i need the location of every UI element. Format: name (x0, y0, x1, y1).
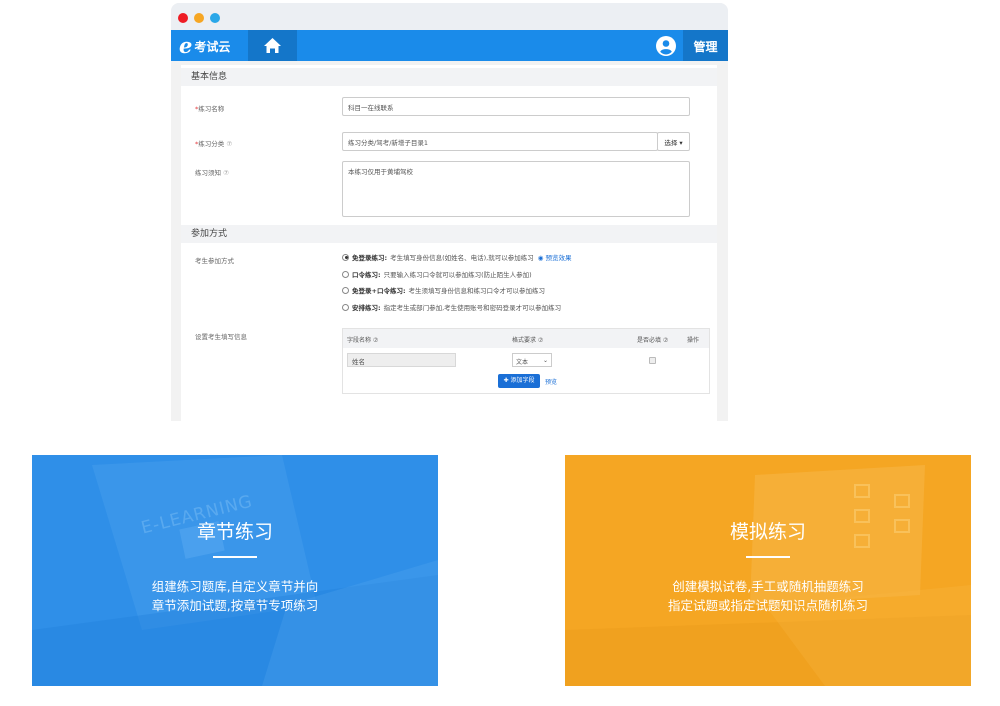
fill-info-label: 设置考生填写信息 (195, 333, 247, 341)
join-option-free-login[interactable]: 免登录练习: 考生填写身份信息(如姓名、电话),就可以参加练习 ◉ 预览效果 (342, 252, 572, 262)
title-divider (746, 556, 790, 558)
chapter-practice-card[interactable]: E-LEARNING 章节练习 组建练习题库,自定义章节并向 章节添加试题,按章… (32, 455, 438, 686)
admin-menu[interactable]: 管理 (683, 30, 728, 61)
card-title: 章节练习 (196, 521, 273, 543)
minimize-window-dot[interactable] (194, 13, 204, 23)
radio-icon[interactable] (342, 286, 349, 294)
maximize-window-dot[interactable] (210, 13, 220, 23)
fill-info-table: 字段名称 ⑦ 格式要求 ⑦ 是否必填 ⑦ 操作 姓名 文本 ⌄ ✚ 添加字段 预… (342, 328, 710, 394)
section-join-method: 参加方式 (181, 225, 717, 243)
add-field-button[interactable]: ✚ 添加字段 (498, 374, 540, 388)
title-divider (213, 556, 257, 558)
notice-textarea[interactable]: 本练习仅用于黄埔驾校 (342, 161, 690, 217)
table-header: 字段名称 ⑦ 格式要求 ⑦ 是否必填 ⑦ 操作 (343, 329, 709, 348)
notice-label: 练习须知 ⑦ (195, 169, 229, 177)
home-button[interactable] (248, 30, 297, 61)
join-option-arranged[interactable]: 安排练习: 指定考生或部门参加,考生使用账号和密码登录才可以参加练习 (342, 302, 561, 312)
browser-window: e 考试云 管理 基本信息 *练习名称 科目一在线联系 *练习分类 ⑦ 练习分类… (171, 3, 728, 421)
preview-effect-link[interactable]: ◉ 预览效果 (538, 252, 572, 262)
category-input[interactable]: 练习分类/驾考/新增子目录1 (342, 132, 658, 151)
close-window-dot[interactable] (178, 13, 188, 23)
category-label: *练习分类 ⑦ (195, 140, 233, 148)
card-title: 模拟练习 (729, 521, 806, 543)
card-desc-line: 指定试题或指定试题知识点随机练习 (667, 598, 868, 613)
section-basic-info: 基本信息 (181, 68, 717, 86)
format-select[interactable]: 文本 ⌄ (512, 353, 552, 367)
required-checkbox[interactable] (649, 357, 656, 364)
field-name-input[interactable]: 姓名 (347, 353, 456, 367)
col-format: 格式要求 ⑦ (512, 337, 544, 344)
card-desc-line: 创建模拟试卷,手工或随机抽题练习 (672, 579, 864, 594)
home-icon (264, 38, 281, 53)
col-required: 是否必填 ⑦ (637, 337, 669, 344)
window-titlebar (171, 3, 728, 30)
logo-letter: e (179, 33, 193, 58)
logo-text: 考试云 (194, 39, 231, 54)
app-header: e 考试云 管理 (171, 30, 728, 61)
join-method-label: 考生参加方式 (195, 257, 234, 265)
category-select-button[interactable]: 选择 ▾ (657, 132, 690, 151)
app-logo[interactable]: e 考试云 (179, 34, 230, 58)
admin-label: 管理 (693, 40, 718, 54)
laptop-background-image (32, 455, 438, 686)
radio-icon[interactable] (342, 270, 349, 278)
name-label: *练习名称 (195, 105, 225, 113)
mock-practice-card[interactable]: 模拟练习 创建模拟试卷,手工或随机抽题练习 指定试题或指定试题知识点随机练习 (565, 455, 971, 686)
user-avatar-icon[interactable] (656, 36, 676, 56)
radio-icon[interactable] (342, 303, 349, 311)
card-desc-line: 组建练习题库,自定义章节并向 (151, 579, 319, 594)
col-field-name: 字段名称 ⑦ (347, 337, 379, 344)
radio-selected-icon[interactable] (342, 253, 349, 261)
table-preview-link[interactable]: 预览 (545, 377, 557, 386)
exercise-name-input[interactable]: 科目一在线联系 (342, 97, 690, 116)
join-option-password[interactable]: 口令练习: 只要输入练习口令就可以参加练习(防止陌生人参加) (342, 269, 532, 279)
card-desc-line: 章节添加试题,按章节专项练习 (151, 598, 319, 613)
laptop-background-image (565, 465, 971, 686)
col-actions: 操作 (687, 337, 700, 344)
join-option-login-password[interactable]: 免登录+口令练习: 考生须填写身份信息和练习口令才可以参加练习 (342, 285, 545, 295)
exercise-form: 基本信息 *练习名称 科目一在线联系 *练习分类 ⑦ 练习分类/驾考/新增子目录… (181, 65, 717, 421)
